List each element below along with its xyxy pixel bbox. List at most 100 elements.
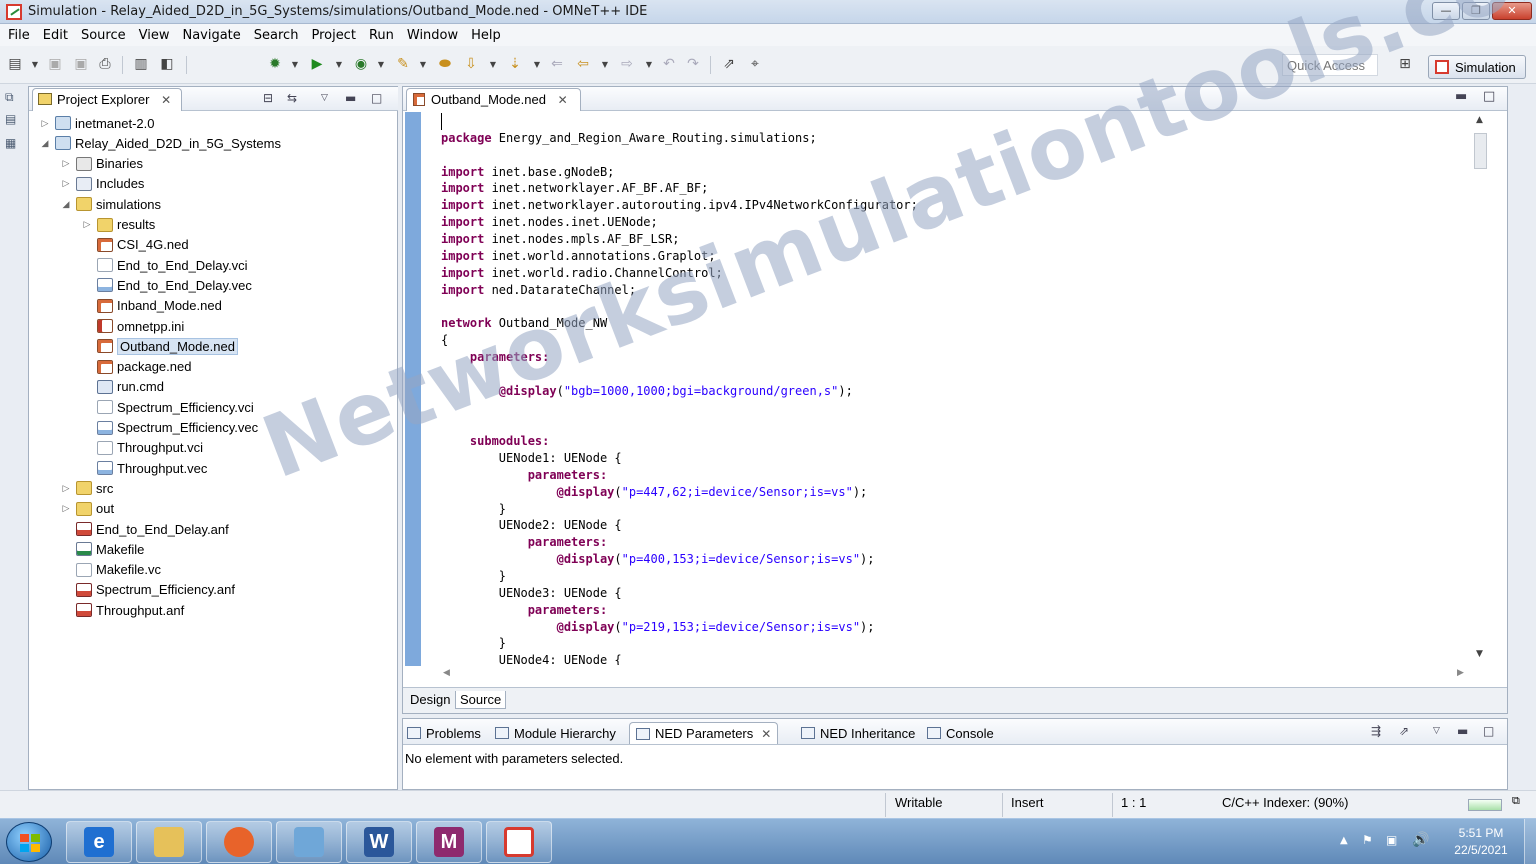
taskbar-app-button[interactable]	[136, 821, 202, 863]
profile-dropdown-icon[interactable]: ▼	[372, 56, 390, 72]
code-text[interactable]: package Energy_and_Region_Aware_Routing.…	[441, 113, 1471, 665]
tree-item[interactable]: Throughput.anf	[60, 600, 184, 620]
menu-view[interactable]: View	[135, 28, 179, 43]
debug-icon[interactable]: ✹	[266, 56, 284, 72]
show-hidden-icons-icon[interactable]: ▲	[1340, 835, 1348, 846]
download-dropdown-icon[interactable]: ▼	[484, 56, 502, 72]
undo-icon[interactable]: ↶	[660, 56, 678, 72]
tree-item[interactable]: End_to_End_Delay.vec	[81, 275, 252, 295]
maximize-view-icon[interactable]: □	[371, 91, 382, 105]
maximize-button[interactable]: ❐	[1462, 2, 1490, 20]
menu-file[interactable]: File	[4, 28, 39, 43]
open-folder-icon[interactable]: ⬬	[436, 56, 454, 72]
link-editor-icon[interactable]: ⇆	[287, 91, 297, 105]
pin-panel-icon[interactable]: ⇶	[1371, 724, 1381, 738]
export-icon[interactable]: ⇗	[720, 56, 738, 72]
minimize-panel-icon[interactable]: ▬	[1457, 724, 1468, 738]
annotation-dropdown-icon[interactable]: ▼	[528, 56, 546, 72]
binary-icon[interactable]: ▥	[132, 56, 150, 72]
tab-problems[interactable]: Problems	[407, 722, 481, 744]
taskbar-app-button[interactable]: e	[66, 821, 132, 863]
menu-help[interactable]: Help	[467, 28, 510, 43]
tree-item[interactable]: package.ned	[81, 357, 191, 377]
menu-project[interactable]: Project	[307, 28, 364, 43]
menu-search[interactable]: Search	[250, 28, 308, 43]
outline-icon[interactable]: ▤	[5, 112, 16, 126]
minimize-view-icon[interactable]: ▬	[345, 91, 356, 105]
volume-icon[interactable]: 🔊	[1412, 832, 1429, 848]
tree-item[interactable]: Spectrum_Efficiency.vec	[81, 418, 258, 438]
build-icon[interactable]: ✎	[394, 56, 412, 72]
menu-navigate[interactable]: Navigate	[178, 28, 249, 43]
tree-item[interactable]: ▷ inetmanet-2.0	[39, 113, 155, 133]
tab-design[interactable]: Design	[406, 691, 454, 708]
save-all-icon[interactable]: ▣	[72, 56, 90, 72]
editor-tab-outband-mode[interactable]: Outband_Mode.ned ✕	[406, 88, 581, 111]
tree-item[interactable]: ▷ Binaries	[60, 154, 143, 174]
profile-icon[interactable]: ◉	[352, 56, 370, 72]
tree-item[interactable]: End_to_End_Delay.vci	[81, 255, 248, 275]
simulation-perspective-button[interactable]: Simulation	[1428, 55, 1526, 79]
close-icon[interactable]: ✕	[558, 93, 568, 107]
close-icon[interactable]: ✕	[161, 93, 171, 107]
back-dropdown-icon[interactable]: ▼	[596, 56, 614, 72]
minimize-editor-icon[interactable]: ▬	[1455, 89, 1467, 104]
tree-item[interactable]: ◢ Relay_Aided_D2D_in_5G_Systems	[39, 133, 281, 153]
scroll-right-icon[interactable]: ▶	[1457, 668, 1464, 678]
maximize-panel-icon[interactable]: □	[1483, 724, 1494, 738]
export-panel-icon[interactable]: ⇗	[1399, 724, 1409, 738]
expand-arrow-icon[interactable]: ▷	[39, 118, 51, 129]
next-annotation-icon[interactable]: ⇣	[506, 56, 524, 72]
scroll-thumb[interactable]	[1474, 133, 1487, 169]
project-explorer-tab[interactable]: Project Explorer ✕	[32, 88, 183, 111]
scroll-up-icon[interactable]: ▲	[1476, 115, 1483, 125]
forward-dropdown-icon[interactable]: ▼	[640, 56, 658, 72]
vertical-scrollbar[interactable]: ▲ ▼	[1473, 113, 1489, 663]
tree-item[interactable]: ▷ results	[81, 215, 156, 235]
tree-item[interactable]: ▷ out	[60, 499, 115, 519]
tree-item[interactable]: Outband_Mode.ned	[81, 336, 238, 356]
show-desktop-button[interactable]	[1524, 819, 1536, 864]
scroll-down-icon[interactable]: ▼	[1476, 649, 1483, 659]
save-icon[interactable]: ▣	[46, 56, 64, 72]
tree-item[interactable]: Spectrum_Efficiency.vci	[81, 397, 254, 417]
collapse-arrow-icon[interactable]: ◢	[39, 138, 51, 149]
open-perspective-icon[interactable]: ⊞	[1396, 56, 1414, 72]
taskbar-app-button[interactable]	[486, 821, 552, 863]
tab-ned-inheritance[interactable]: NED Inheritance	[801, 722, 915, 744]
collapse-all-icon[interactable]: ⊟	[263, 91, 273, 105]
new-icon[interactable]: ▤	[6, 56, 24, 72]
tree-item[interactable]: run.cmd	[81, 377, 164, 397]
tree-item[interactable]: ◢ simulations	[60, 194, 162, 214]
last-edit-icon[interactable]: ⇐	[548, 56, 566, 72]
menu-window[interactable]: Window	[403, 28, 467, 43]
print-icon[interactable]: ⎙	[96, 56, 114, 72]
run-dropdown-icon[interactable]: ▼	[330, 56, 348, 72]
view-menu-icon[interactable]: ▽	[321, 93, 328, 103]
tree-item[interactable]: Makefile	[60, 539, 144, 559]
maximize-editor-icon[interactable]: □	[1483, 89, 1495, 104]
tab-source[interactable]: Source	[455, 691, 507, 709]
run-icon[interactable]: ▶	[308, 56, 326, 72]
expand-arrow-icon[interactable]: ▷	[60, 503, 72, 514]
network-icon[interactable]: ▣	[1386, 833, 1397, 847]
tree-item[interactable]: End_to_End_Delay.anf	[60, 519, 229, 539]
close-button[interactable]: ✕	[1492, 2, 1532, 20]
horizontal-scrollbar[interactable]: ◀ ▶	[441, 667, 1465, 683]
start-button[interactable]	[6, 822, 52, 862]
tab-module-hierarchy[interactable]: Module Hierarchy	[495, 722, 616, 744]
expand-arrow-icon[interactable]: ▷	[81, 219, 93, 230]
close-icon[interactable]: ✕	[761, 727, 771, 741]
open-task-icon[interactable]: ◧	[158, 56, 176, 72]
tree-item[interactable]: omnetpp.ini	[81, 316, 184, 336]
scroll-left-icon[interactable]: ◀	[443, 668, 450, 678]
tree-item[interactable]: Throughput.vec	[81, 458, 207, 478]
forward-icon[interactable]: ⇨	[618, 56, 636, 72]
pin-icon[interactable]: ⌖	[746, 56, 764, 72]
indexer-progress-bar[interactable]	[1468, 799, 1502, 811]
tree-item[interactable]: ▷ Includes	[60, 174, 145, 194]
taskbar-app-button[interactable]: M	[416, 821, 482, 863]
tab-ned-parameters[interactable]: NED Parameters ✕	[629, 722, 779, 744]
quick-access-input[interactable]	[1282, 54, 1378, 76]
redo-icon[interactable]: ↷	[684, 56, 702, 72]
